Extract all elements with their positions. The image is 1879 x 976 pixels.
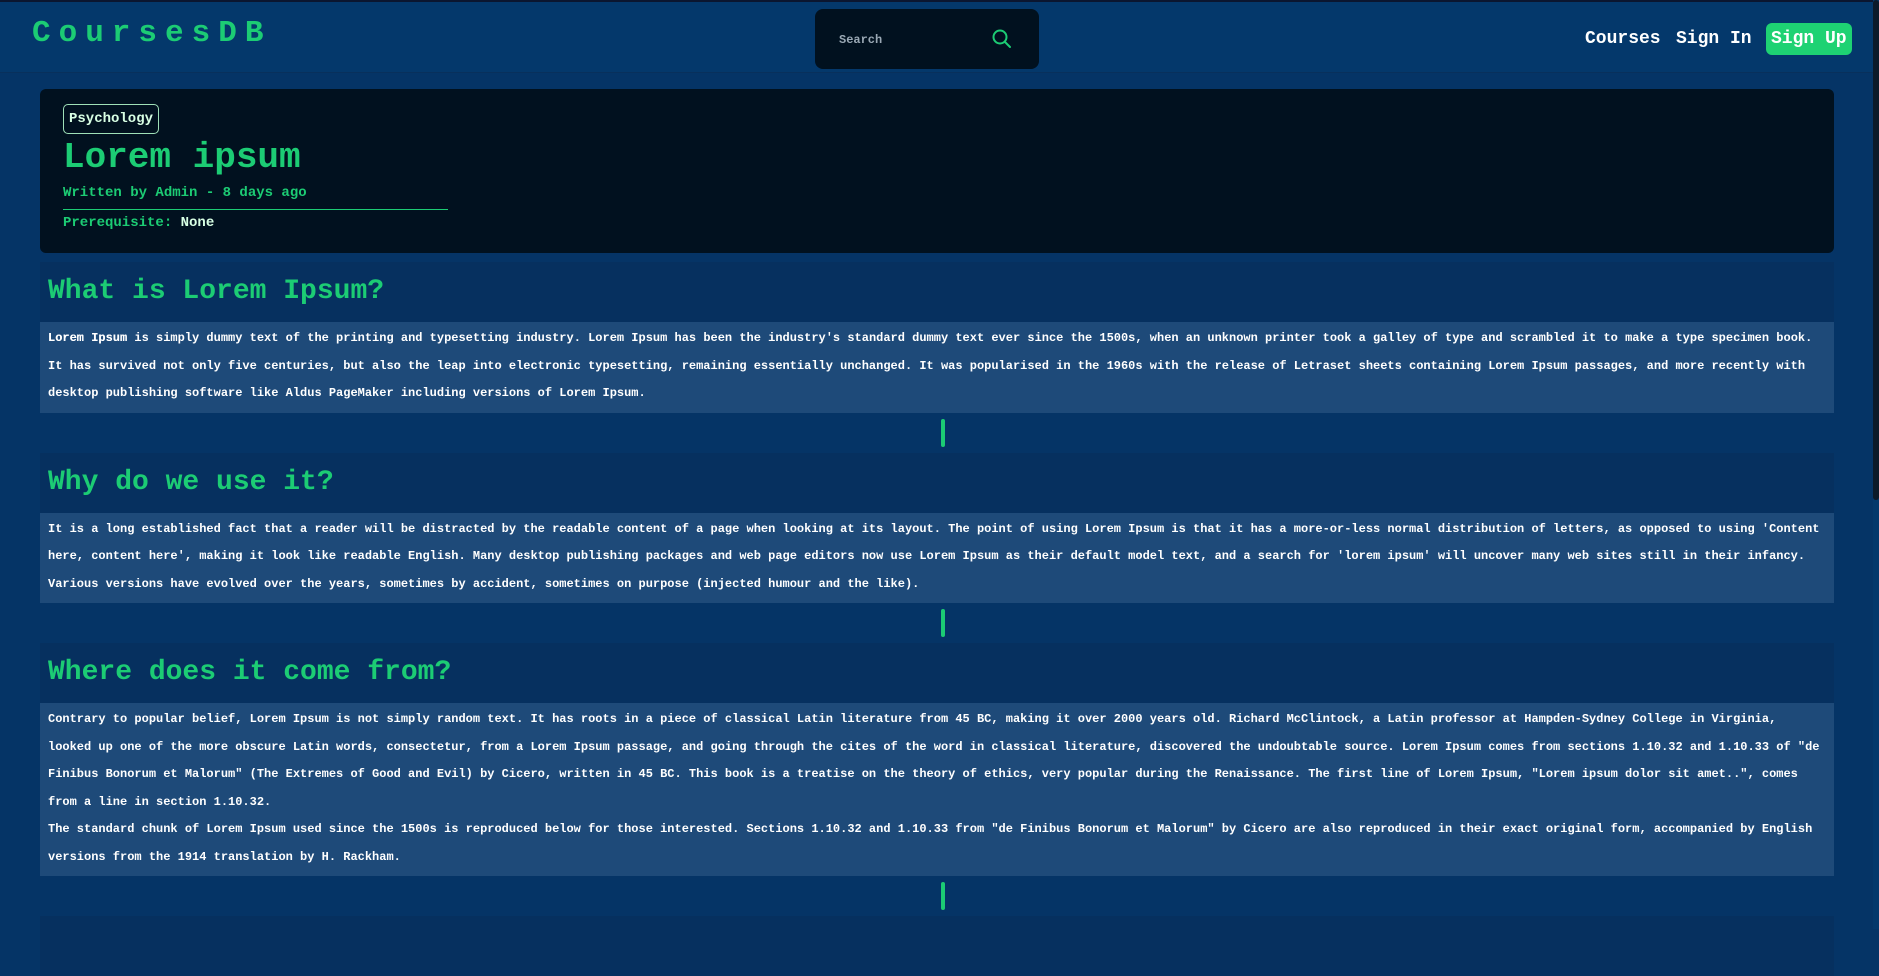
search-box: [815, 9, 1039, 69]
section-body: Contrary to popular belief, Lorem Ipsum …: [40, 703, 1834, 876]
section-body: It is a long established fact that a rea…: [40, 512, 1834, 603]
section: What is Lorem Ipsum? Lorem Ipsum is simp…: [40, 262, 1834, 413]
section-heading: Where does it come from?: [48, 657, 452, 688]
divider: [63, 209, 448, 210]
paragraph: It is a long established fact that a rea…: [48, 521, 1820, 591]
site-logo[interactable]: CoursesDB: [32, 16, 271, 51]
scrollbar-thumb[interactable]: [1873, 0, 1879, 500]
paragraph: is simply dummy text of the printing and…: [48, 331, 1813, 400]
search-icon[interactable]: [990, 27, 1014, 51]
scrollbar[interactable]: [1873, 0, 1879, 929]
paragraph: The standard chunk of Lorem Ipsum used s…: [48, 822, 1813, 864]
prerequisite: Prerequisite: None: [63, 215, 214, 231]
prerequisite-label: Prerequisite:: [63, 215, 173, 231]
category-badge[interactable]: Psychology: [63, 104, 160, 134]
course-header-card: Psychology Lorem ipsum Written by Admin …: [40, 89, 1834, 253]
search-input[interactable]: [837, 27, 991, 53]
bold-lead: Lorem Ipsum: [48, 331, 128, 345]
connector-bar: [941, 418, 945, 447]
nav-sign-in-link[interactable]: Sign In: [1676, 23, 1752, 55]
section: Where does it come from? Contrary to pop…: [40, 643, 1834, 876]
course-meta: Written by Admin - 8 days ago: [63, 185, 307, 201]
section: Why do we use it? It is a long establish…: [40, 452, 1834, 603]
prerequisite-value: None: [180, 215, 215, 231]
next-section: [40, 916, 1834, 976]
paragraph: Contrary to popular belief, Lorem Ipsum …: [48, 712, 1820, 809]
connector-bar: [941, 882, 945, 910]
section-body: Lorem Ipsum is simply dummy text of the …: [40, 322, 1834, 413]
section-heading: What is Lorem Ipsum?: [48, 276, 385, 307]
course-content: What is Lorem Ipsum? Lorem Ipsum is simp…: [40, 262, 1834, 976]
course-title: Lorem ipsum: [63, 137, 301, 178]
connector-bar: [941, 609, 945, 637]
sign-up-button[interactable]: Sign Up: [1766, 23, 1852, 55]
top-navbar: CoursesDB Courses Sign In Sign Up: [0, 0, 1879, 73]
section-heading: Why do we use it?: [48, 466, 334, 498]
nav-courses-link[interactable]: Courses: [1585, 23, 1661, 55]
